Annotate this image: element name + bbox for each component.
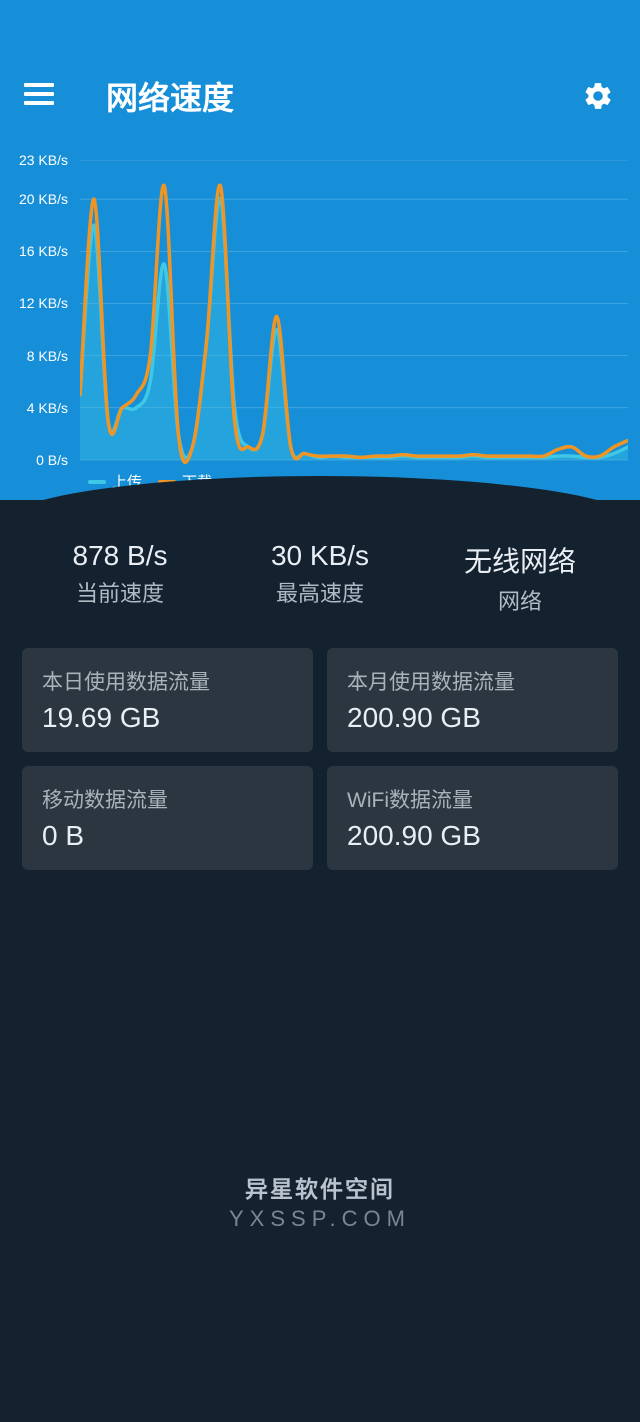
stat-label: 当前速度 bbox=[20, 576, 220, 608]
stat-label: 网络 bbox=[420, 584, 620, 616]
y-tick: 8 KB/s bbox=[27, 348, 68, 364]
speed-chart: 23 KB/s20 KB/s16 KB/s12 KB/s8 KB/s4 KB/s… bbox=[12, 160, 640, 500]
stat-item: 878 B/s 当前速度 bbox=[20, 540, 220, 616]
stat-item: 30 KB/s 最高速度 bbox=[220, 540, 420, 616]
stats-row: 878 B/s 当前速度30 KB/s 最高速度无线网络网络 bbox=[0, 540, 640, 648]
watermark-title: 异星软件空间 bbox=[229, 1170, 411, 1204]
y-tick: 12 KB/s bbox=[19, 295, 68, 311]
stat-value: 878 B/s bbox=[20, 540, 220, 572]
card-label: WiFi数据流量 bbox=[347, 784, 598, 814]
app-bar: 网络速度 bbox=[0, 60, 640, 132]
card-value: 19.69 GB bbox=[42, 702, 293, 734]
usage-card[interactable]: 本月使用数据流量 200.90 GB bbox=[327, 648, 618, 752]
header-section: 网络速度 23 KB/s 20 KB/s 16 KB/s 12 KB/s 8 KB/s 4… bbox=[0, 0, 640, 500]
usage-card[interactable]: WiFi数据流量 200.90 GB bbox=[327, 766, 618, 870]
card-label: 移动数据流量 bbox=[42, 784, 293, 814]
card-value: 200.90 GB bbox=[347, 820, 598, 852]
usage-card[interactable]: 本日使用数据流量 19.69 GB bbox=[22, 648, 313, 752]
y-tick: 20 KB/s bbox=[19, 191, 68, 207]
stat-item: 无线网络网络 bbox=[420, 540, 620, 616]
app-title: 网络速度 bbox=[106, 73, 580, 119]
legend-swatch bbox=[88, 480, 106, 484]
y-tick: 4 KB/s bbox=[27, 400, 68, 416]
chart-y-axis: 23 KB/s20 KB/s16 KB/s12 KB/s8 KB/s4 KB/s… bbox=[12, 160, 72, 470]
card-label: 本月使用数据流量 bbox=[347, 666, 598, 696]
watermark-url: YXSSP.COM bbox=[229, 1206, 411, 1232]
y-tick: 0 B/s bbox=[36, 452, 68, 468]
card-value: 0 B bbox=[42, 820, 293, 852]
status-bar bbox=[0, 0, 640, 60]
menu-icon[interactable] bbox=[24, 78, 60, 114]
cards-grid: 本日使用数据流量 19.69 GB 本月使用数据流量 200.90 GB 移动数据流量 0… bbox=[0, 648, 640, 870]
card-value: 200.90 GB bbox=[347, 702, 598, 734]
stat-value: 30 KB/s bbox=[220, 540, 420, 572]
stat-value: 无线网络 bbox=[420, 540, 620, 580]
gear-icon[interactable] bbox=[580, 78, 616, 114]
watermark: 异星软件空间 YXSSP.COM bbox=[229, 1170, 411, 1232]
body-section: 878 B/s 当前速度30 KB/s 最高速度无线网络网络 本日使用数据流量 19.… bbox=[0, 500, 640, 1422]
stat-label: 最高速度 bbox=[220, 576, 420, 608]
chart-plot bbox=[80, 160, 628, 470]
card-label: 本日使用数据流量 bbox=[42, 666, 293, 696]
y-tick: 23 KB/s bbox=[19, 152, 68, 168]
usage-card[interactable]: 移动数据流量 0 B bbox=[22, 766, 313, 870]
y-tick: 16 KB/s bbox=[19, 243, 68, 259]
